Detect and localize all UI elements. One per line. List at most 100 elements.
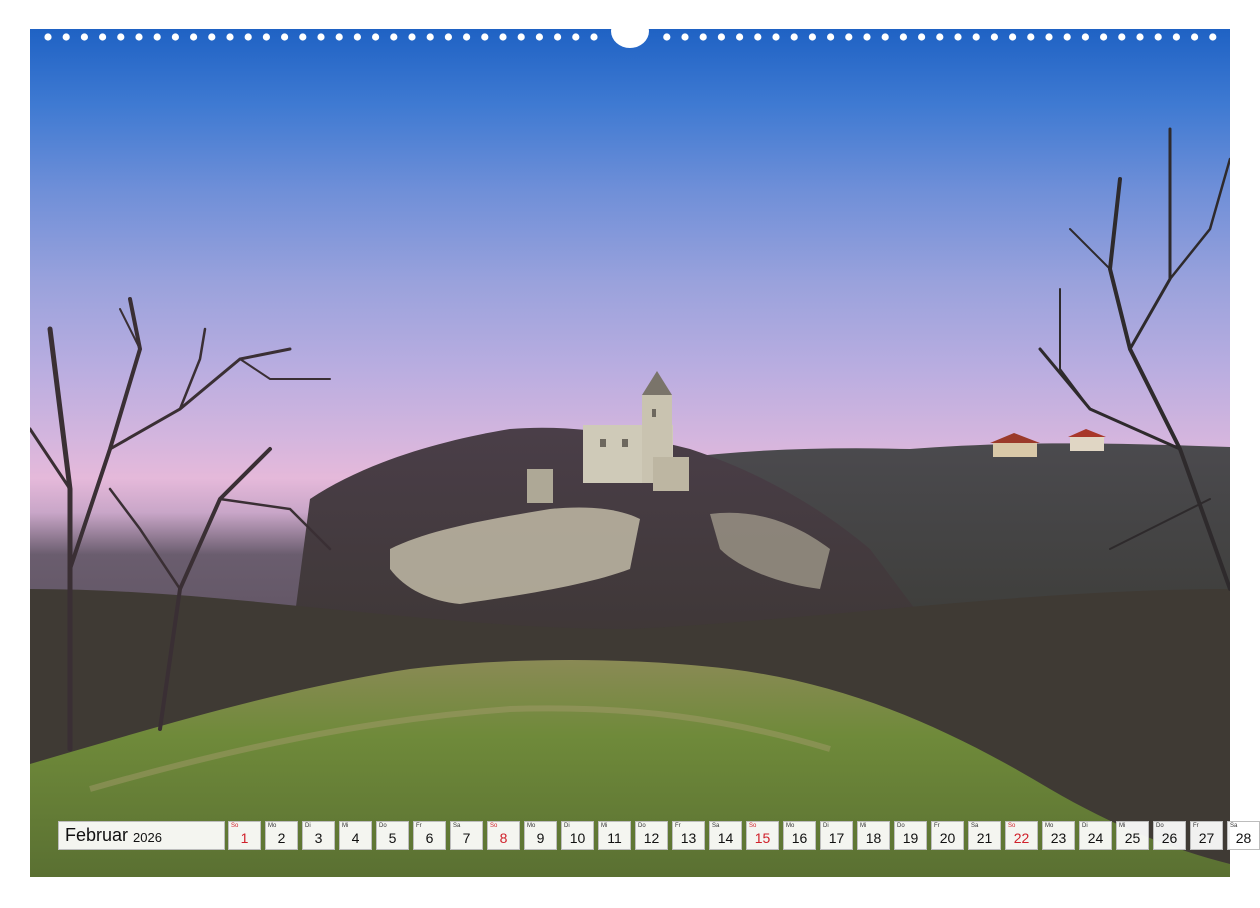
day-cell-22: So 22 — [1005, 821, 1038, 850]
binding-hole — [317, 33, 325, 41]
day-number: 17 — [828, 830, 845, 846]
binding-hole — [171, 33, 179, 41]
binding-hole — [44, 33, 52, 41]
binding-hole — [699, 33, 707, 41]
day-cell-10: Di 10 — [561, 821, 594, 850]
binding-hole — [1191, 33, 1199, 41]
day-cell-25: Mi 25 — [1116, 821, 1149, 850]
weekday-label: Sa — [712, 823, 720, 829]
binding-hole — [736, 33, 744, 41]
day-number: 22 — [1013, 830, 1030, 846]
binding-hole — [1063, 33, 1071, 41]
day-number: 24 — [1087, 830, 1104, 846]
day-cell-7: Sa 7 — [450, 821, 483, 850]
weekday-label: Do — [897, 823, 905, 829]
weekday-label: Mi — [860, 823, 867, 829]
weekday-label: So — [749, 823, 757, 829]
weekday-label: So — [1008, 823, 1016, 829]
day-cell-6: Fr 6 — [413, 821, 446, 850]
year-label: 2026 — [133, 829, 162, 845]
binding-hole — [572, 33, 580, 41]
binding-hole — [99, 33, 107, 41]
landscape-photo — [30, 29, 1230, 877]
day-cells: So 1 Mo 2 Di 3 Mi 4 Do 5 Fr 6 Sa 7 So 8 Mo 9 Di 10 Mi 11 Do 12 F… — [225, 821, 1260, 850]
binding-hole — [899, 33, 908, 41]
binding-hole — [681, 33, 689, 41]
day-number: 19 — [902, 830, 919, 846]
weekday-label: Sa — [971, 823, 979, 829]
day-number: 3 — [314, 830, 323, 846]
day-number: 1 — [240, 830, 249, 846]
binding-hole — [262, 33, 270, 41]
weekday-label: Fr — [675, 823, 681, 829]
day-cell-21: Sa 21 — [968, 821, 1001, 850]
binding-hole — [62, 33, 70, 41]
day-number: 27 — [1198, 830, 1215, 846]
day-number: 8 — [499, 830, 508, 846]
day-cell-11: Mi 11 — [598, 821, 631, 850]
day-number: 5 — [388, 830, 397, 846]
day-number: 18 — [865, 830, 882, 846]
binding-hole — [863, 33, 871, 41]
hanger-cutout — [611, 14, 649, 48]
day-number: 14 — [717, 830, 734, 846]
binding-hole — [663, 33, 671, 41]
binding-hole — [772, 33, 780, 41]
binding-hole — [281, 33, 289, 41]
weekday-label: Fr — [1193, 823, 1199, 829]
binding-hole — [1154, 33, 1162, 41]
weekday-label: Mo — [268, 823, 277, 829]
binding-hole — [554, 33, 562, 41]
day-cell-24: Di 24 — [1079, 821, 1112, 850]
binding-hole — [499, 33, 507, 41]
day-number: 10 — [569, 830, 586, 846]
binding-hole — [390, 33, 398, 41]
binding-hole — [299, 33, 307, 41]
binding-hole — [972, 33, 980, 41]
binding-hole — [463, 33, 471, 41]
day-number: 7 — [462, 830, 471, 846]
day-cell-8: So 8 — [487, 821, 520, 850]
weekday-label: Mo — [527, 823, 536, 829]
day-cell-17: Di 17 — [820, 821, 853, 850]
binding-hole — [153, 33, 161, 41]
weekday-label: Fr — [416, 823, 422, 829]
day-number: 2 — [277, 830, 286, 846]
day-cell-27: Fr 27 — [1190, 821, 1223, 850]
binding-hole — [444, 33, 452, 41]
day-cell-4: Mi 4 — [339, 821, 372, 850]
binding-hole — [790, 33, 798, 41]
binding-hole — [190, 33, 198, 41]
binding-hole — [408, 33, 416, 41]
weekday-label: Mo — [786, 823, 795, 829]
day-number: 11 — [607, 830, 622, 846]
binding-hole — [335, 33, 343, 41]
binding-hole — [590, 33, 598, 41]
binding-hole — [1136, 33, 1144, 41]
day-cell-15: So 15 — [746, 821, 779, 850]
binding-hole — [1027, 33, 1035, 41]
binding-hole — [517, 33, 525, 41]
day-cell-1: So 1 — [228, 821, 261, 850]
binding-hole — [1209, 33, 1217, 41]
binding-hole — [135, 33, 143, 41]
day-number: 25 — [1124, 830, 1141, 846]
weekday-label: So — [490, 823, 498, 829]
castle-landscape-scene — [30, 127, 1230, 877]
day-number: 21 — [976, 830, 993, 846]
binding-hole — [717, 33, 726, 41]
binding-hole — [936, 33, 944, 41]
weekday-label: So — [231, 823, 239, 829]
binding-hole — [226, 33, 234, 41]
day-cell-23: Mo 23 — [1042, 821, 1075, 850]
binding-hole — [1045, 33, 1053, 41]
day-number: 20 — [939, 830, 956, 846]
binding-hole — [1100, 33, 1108, 41]
day-number: 26 — [1161, 830, 1178, 846]
weekday-label: Di — [823, 823, 829, 829]
binding-hole — [117, 33, 125, 41]
binding-hole — [353, 33, 361, 41]
day-number: 6 — [425, 830, 434, 846]
day-cell-2: Mo 2 — [265, 821, 298, 850]
day-number: 16 — [791, 830, 808, 846]
